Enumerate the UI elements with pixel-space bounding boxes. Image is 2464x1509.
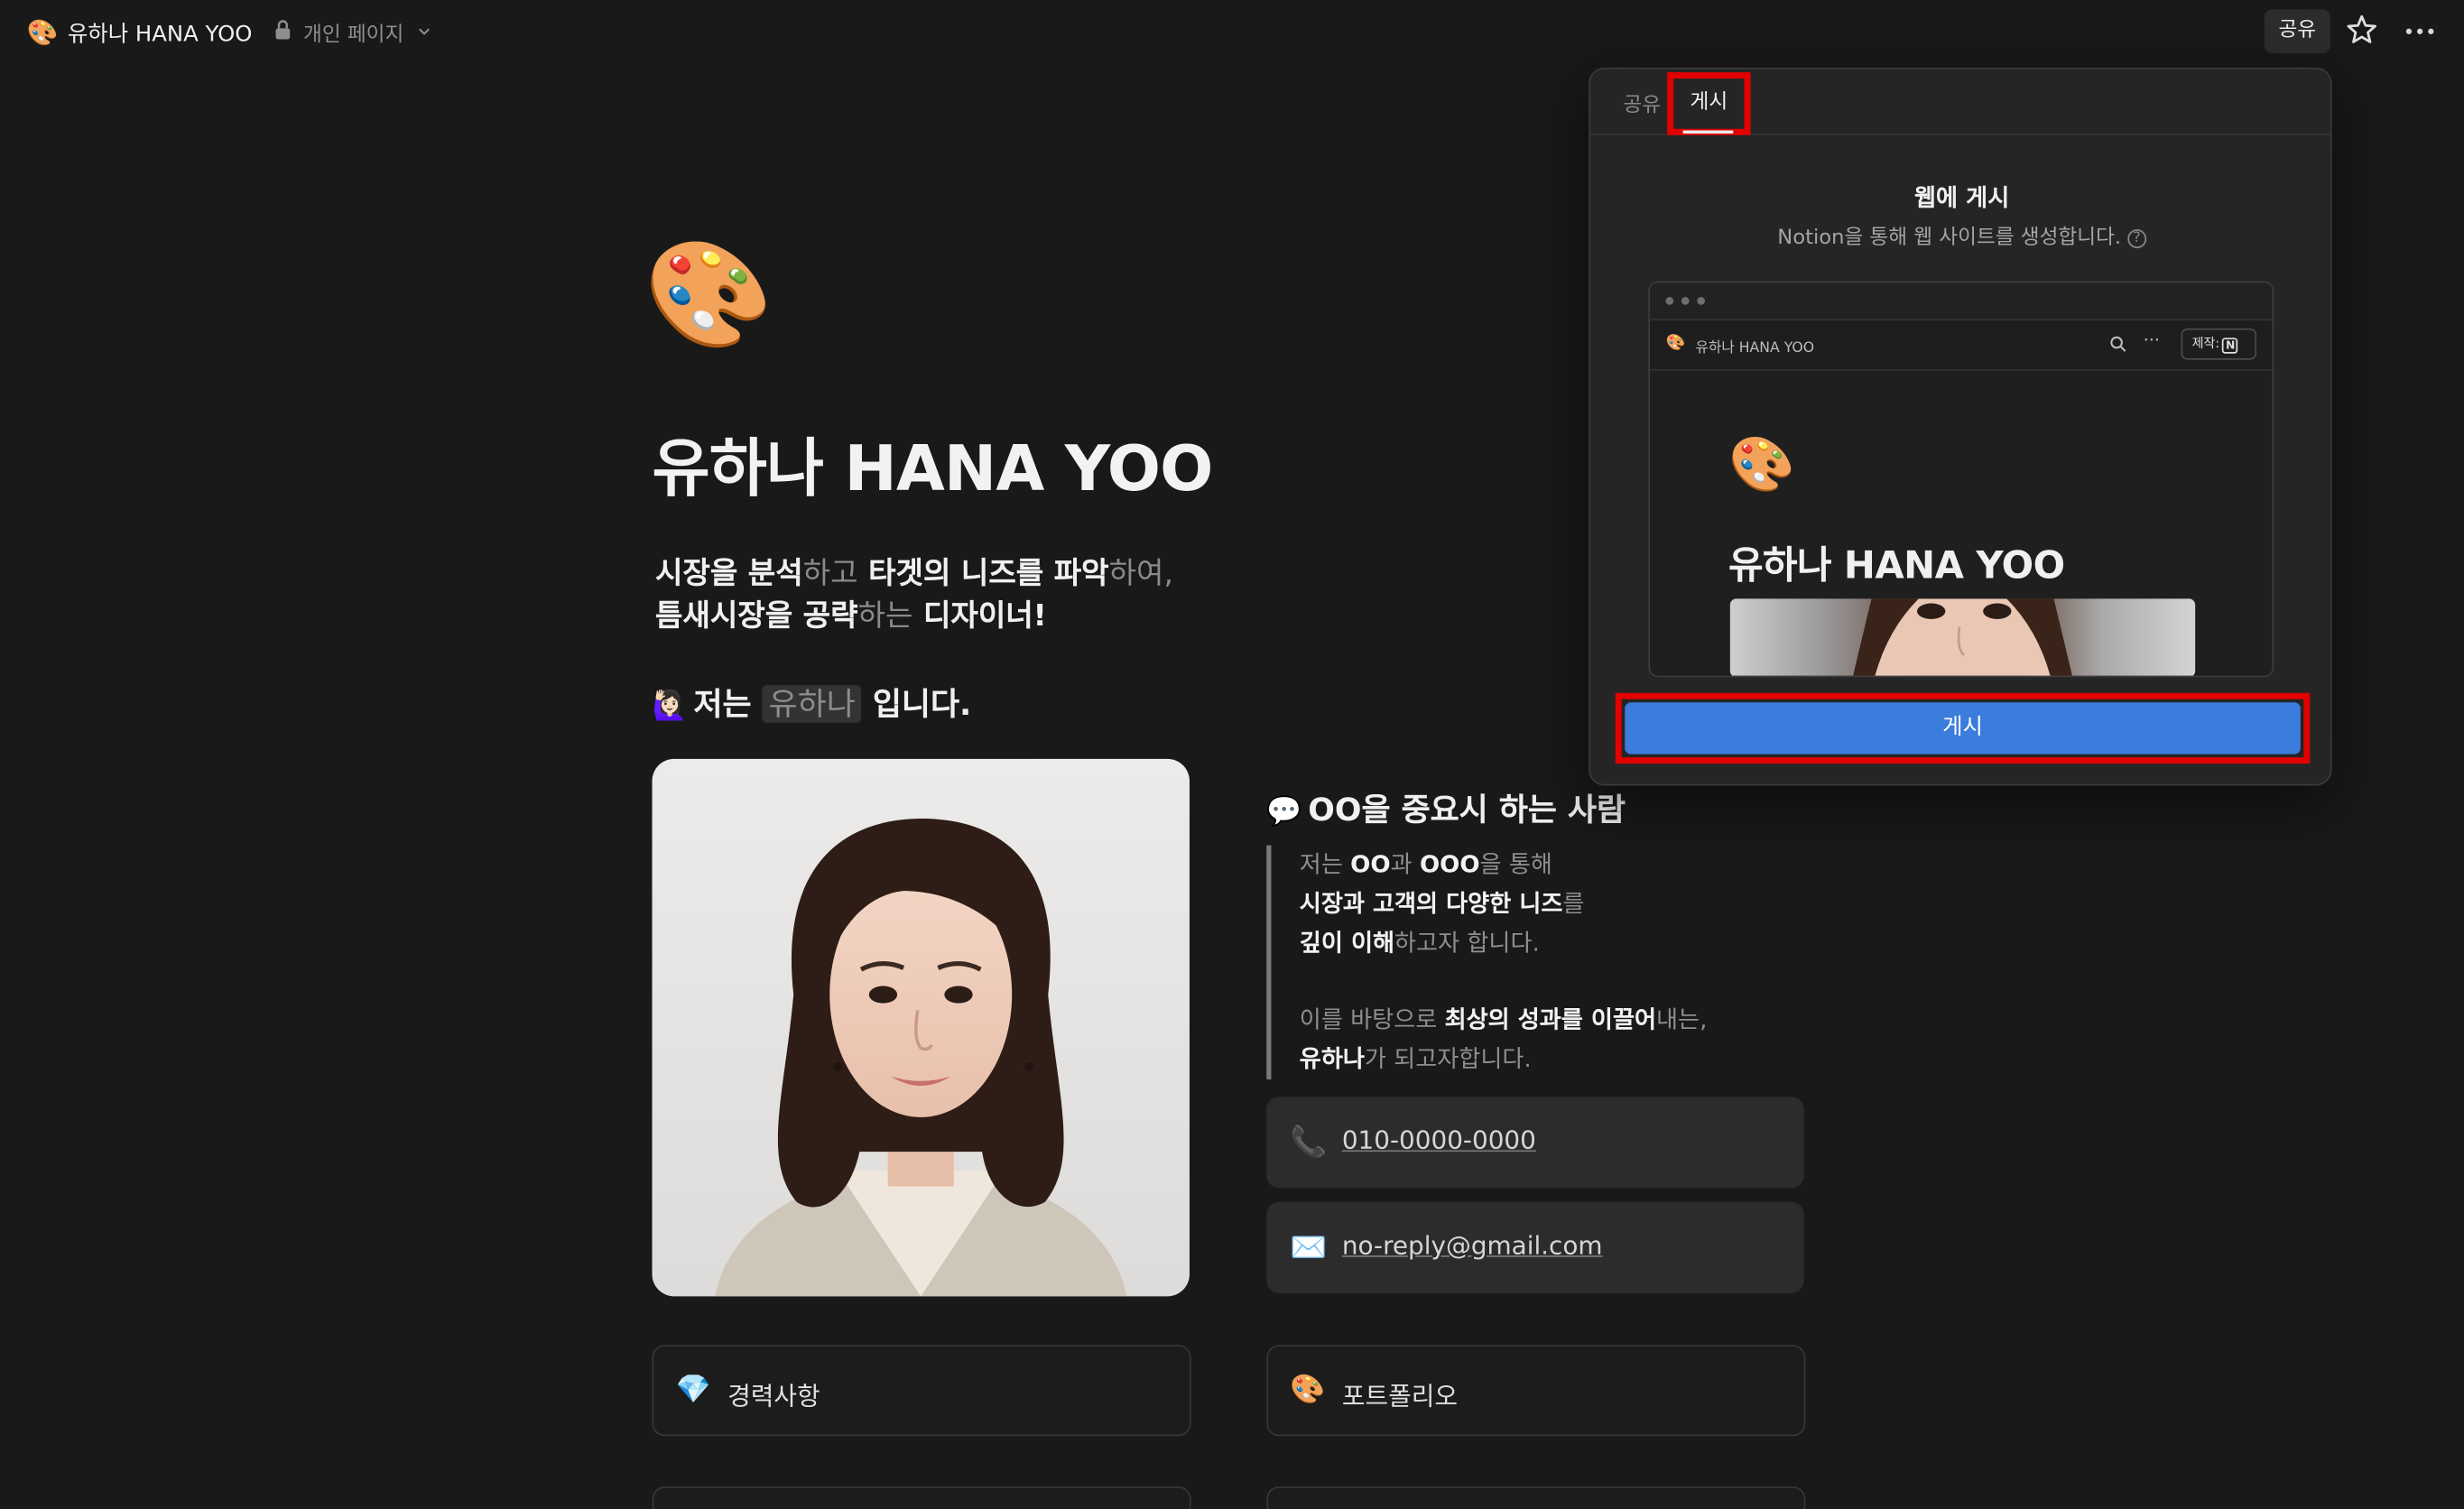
speech-bubble-emoji: 💬 (1266, 794, 1302, 829)
page-emoji-small: 🎨 (26, 17, 59, 48)
quote-text: 과 (1390, 849, 1420, 879)
preview-page-icon: 🎨 (1728, 433, 1795, 497)
card-partial[interactable] (1266, 1486, 1806, 1509)
quote-text: 를 (1562, 889, 1585, 918)
help-icon[interactable]: ? (2127, 229, 2146, 249)
made-with-badge: 제작: N (2181, 328, 2257, 360)
quote-bold: 최상의 성과를 이끌어 (1444, 1005, 1657, 1034)
gem-icon: 💎 (675, 1373, 711, 1407)
raising-hand-emoji: 🙋🏻‍♀️ (652, 690, 688, 723)
quote-bold: 시장과 고객의 다양한 니즈 (1299, 889, 1563, 918)
more-options-icon[interactable] (2401, 13, 2439, 51)
quote-heading-text: OO을 중요시 하는 사람 (1308, 790, 1626, 829)
search-icon (2110, 336, 2126, 352)
profile-photo-art (715, 819, 1127, 1297)
profile-photo[interactable] (652, 758, 1190, 1297)
preview-photo-art (1853, 598, 2072, 676)
publish-subtitle: Notion을 통해 웹 사이트를 생성합니다.? (1590, 220, 2330, 250)
page-title[interactable]: 유하나 HANA YOO (653, 418, 1214, 509)
card-partial[interactable] (652, 1486, 1191, 1509)
tagline-text: 타겟의 니즈를 파악 (857, 556, 1109, 591)
more-icon: ··· (2143, 329, 2161, 351)
window-dot (1681, 297, 1690, 305)
publish-button[interactable]: 게시 (1625, 702, 2301, 754)
site-preview: 🎨 유하나 HANA YOO ··· 제작: N 🎨 유하나 HANA YOO (1648, 281, 2274, 678)
popover-tabs: 공유 게시 (1589, 69, 2330, 135)
intro-line: 🙋🏻‍♀️ 저는 유하나 입니다. (652, 679, 972, 724)
quote-block[interactable]: 저는 OO과 OOO을 통해 시장과 고객의 다양한 니즈를 깊이 이해하고자 … (1266, 845, 1785, 1080)
tab-share[interactable]: 공유 (1623, 88, 1661, 117)
quote-bold: 유하나 (1299, 1044, 1365, 1074)
preview-emoji-small: 🎨 (1665, 334, 1686, 352)
email-link[interactable]: no-reply@gmail.com (1342, 1230, 1603, 1260)
tagline-text: 디자이너! (912, 598, 1047, 634)
share-publish-popover: 공유 게시 웹에 게시 Notion을 통해 웹 사이트를 생성합니다.? 🎨 … (1589, 67, 2332, 786)
quote-text: 가 되고자합니다. (1364, 1044, 1532, 1074)
career-label: 경력사항 (727, 1381, 820, 1412)
preview-bar-title: 유하나 HANA YOO (1695, 340, 1815, 357)
intro-text: 저는 (693, 685, 763, 723)
tagline-text: 틈새시장을 공략 (654, 598, 858, 634)
window-dot (1665, 297, 1674, 305)
publish-subtitle-text: Notion을 통해 웹 사이트를 생성합니다. (1777, 226, 2122, 250)
quote-text: 하고자 합니다. (1394, 928, 1540, 958)
window-dot (1697, 297, 1705, 305)
breadcrumb-page-title[interactable]: 유하나 HANA YOO (68, 17, 253, 49)
quote-text: 을 통해 (1479, 849, 1552, 879)
portfolio-label: 포트폴리오 (1341, 1381, 1458, 1412)
active-tab-indicator (1682, 130, 1734, 134)
quote-heading: 💬 OO을 중요시 하는 사람 (1266, 784, 1626, 829)
star-icon[interactable] (2345, 13, 2379, 47)
intro-text: 입니다. (861, 685, 972, 723)
tab-publish[interactable]: 게시 (1667, 72, 1751, 135)
quote-bold: OO (1350, 849, 1391, 879)
quote-bold: 깊이 이해 (1299, 928, 1395, 958)
portfolio-card[interactable]: 🎨 포트폴리오 (1266, 1345, 1806, 1437)
preview-window-chrome (1650, 282, 2273, 321)
privacy-label[interactable]: 개인 페이지 (303, 17, 403, 47)
lock-icon (275, 20, 291, 40)
quote-text: 내는, (1656, 1005, 1708, 1034)
preview-topbar: 🎨 유하나 HANA YOO ··· 제작: N (1650, 320, 2273, 371)
page-icon[interactable]: 🎨 (644, 233, 773, 358)
quote-bold: OOO (1419, 849, 1480, 879)
notion-logo-icon: N (2222, 338, 2238, 354)
envelope-icon: ✉️ (1290, 1230, 1328, 1265)
tagline-text: 하는 (857, 598, 913, 634)
tagline-text: 하여, (1108, 556, 1173, 591)
name-highlight: 유하나 (762, 685, 862, 723)
preview-photo (1729, 598, 2196, 676)
career-card[interactable]: 💎 경력사항 (652, 1345, 1191, 1437)
tagline-text: 하고 (802, 556, 858, 591)
quote-text: 이를 바탕으로 (1299, 1005, 1445, 1034)
phone-callout[interactable]: 📞 010-0000-0000 (1266, 1097, 1804, 1189)
top-bar: 🎨 유하나 HANA YOO 개인 페이지 공유 (0, 0, 2464, 66)
share-button[interactable]: 공유 (2264, 9, 2330, 54)
tagline: 시장을 분석하고 타겟의 니즈를 파악하여, 틈새시장을 공략하는 디자이너! (655, 553, 1173, 638)
palette-icon: 🎨 (1290, 1373, 1326, 1407)
made-with-label: 제작: (2191, 336, 2220, 351)
tagline-text: 시장을 분석 (654, 556, 803, 591)
email-callout[interactable]: ✉️ no-reply@gmail.com (1266, 1201, 1804, 1293)
publish-heading: 웹에 게시 (1914, 183, 2010, 213)
chevron-down-icon[interactable] (416, 23, 431, 39)
phone-icon: 📞 (1290, 1125, 1328, 1160)
phone-link[interactable]: 010-0000-0000 (1342, 1125, 1536, 1155)
preview-title: 유하나 HANA YOO (1728, 543, 2065, 588)
quote-text: 저는 (1299, 849, 1351, 879)
